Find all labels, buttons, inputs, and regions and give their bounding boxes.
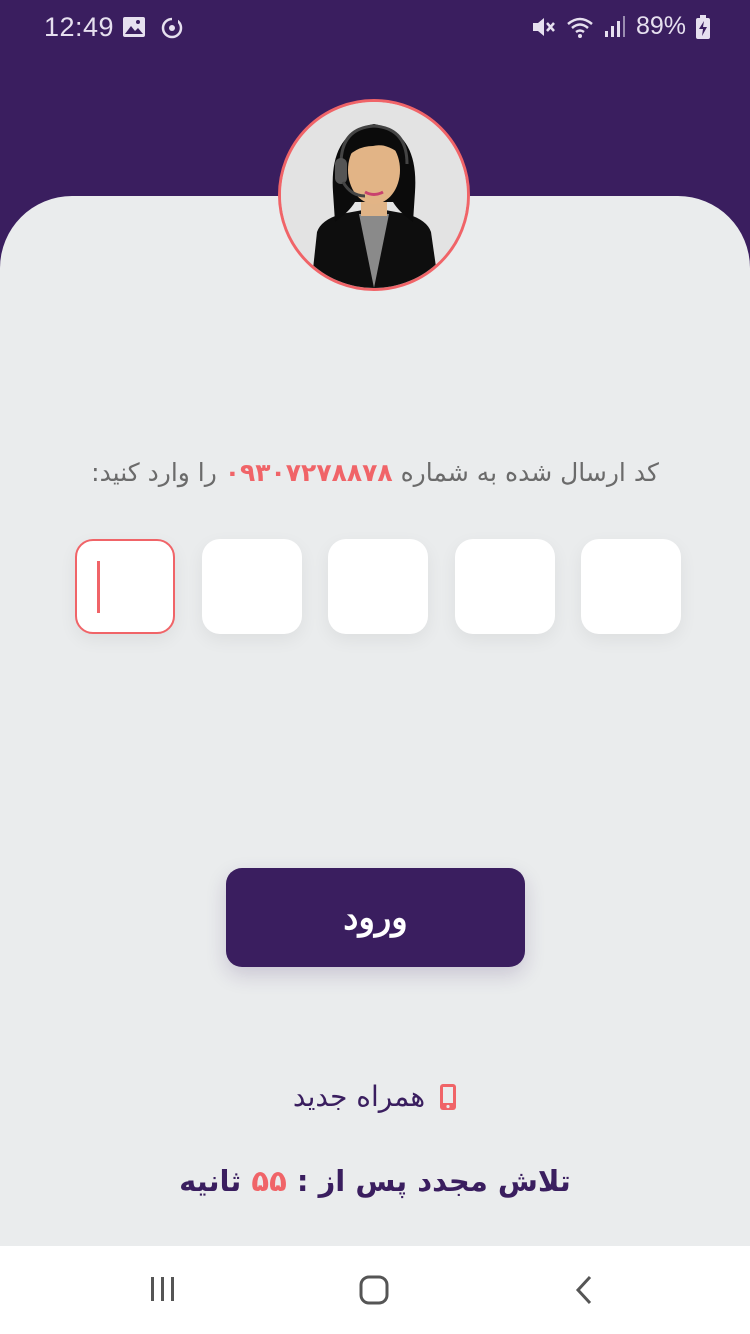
sync-icon: [161, 17, 183, 39]
battery-percent: 89%: [635, 12, 686, 40]
gallery-icon: [123, 17, 145, 37]
signal-icon: [604, 15, 625, 37]
home-icon[interactable]: [358, 1274, 390, 1306]
otp-digit-3[interactable]: [328, 539, 428, 634]
retry-countdown: تلاش مجدد پس از : ۵۵ ثانیه: [0, 1164, 750, 1198]
support-agent-illustration: [281, 102, 467, 288]
prompt-text-after: را وارد کنید:: [91, 458, 225, 487]
otp-digit-5[interactable]: [75, 539, 175, 634]
status-time: 12:49: [44, 12, 115, 42]
prompt-text-before: کد ارسال شده به شماره: [392, 458, 659, 487]
otp-input-row: [75, 539, 681, 634]
mute-icon: [532, 17, 555, 36]
text-caret: [97, 561, 100, 613]
otp-prompt: کد ارسال شده به شماره ۰۹۳۰۷۲۷۸۸۷۸ را وار…: [0, 458, 750, 487]
recent-apps-icon[interactable]: [148, 1274, 178, 1304]
navigation-bar: [0, 1246, 750, 1334]
wifi-icon: [567, 17, 593, 38]
retry-prefix: تلاش مجدد پس از :: [296, 1164, 571, 1198]
support-agent-avatar: [278, 99, 470, 291]
new-number-label: همراه جدید: [292, 1080, 426, 1113]
status-right: 89%: [530, 12, 710, 41]
status-bar: 12:49 89%: [0, 0, 750, 56]
new-number-link[interactable]: همراه جدید: [0, 1080, 750, 1113]
battery-charging-icon: [696, 14, 710, 39]
phone-number: ۰۹۳۰۷۲۷۸۸۷۸: [224, 458, 393, 487]
otp-digit-2[interactable]: [454, 539, 555, 634]
retry-suffix: ثانیه: [179, 1164, 242, 1198]
otp-digit-1[interactable]: [581, 539, 681, 634]
login-button[interactable]: ورود: [226, 868, 525, 967]
retry-seconds: ۵۵: [251, 1164, 287, 1198]
otp-digit-4[interactable]: [201, 539, 302, 634]
status-left-icons: [122, 16, 184, 40]
mobile-phone-icon: [440, 1083, 457, 1110]
back-icon[interactable]: [572, 1274, 596, 1306]
